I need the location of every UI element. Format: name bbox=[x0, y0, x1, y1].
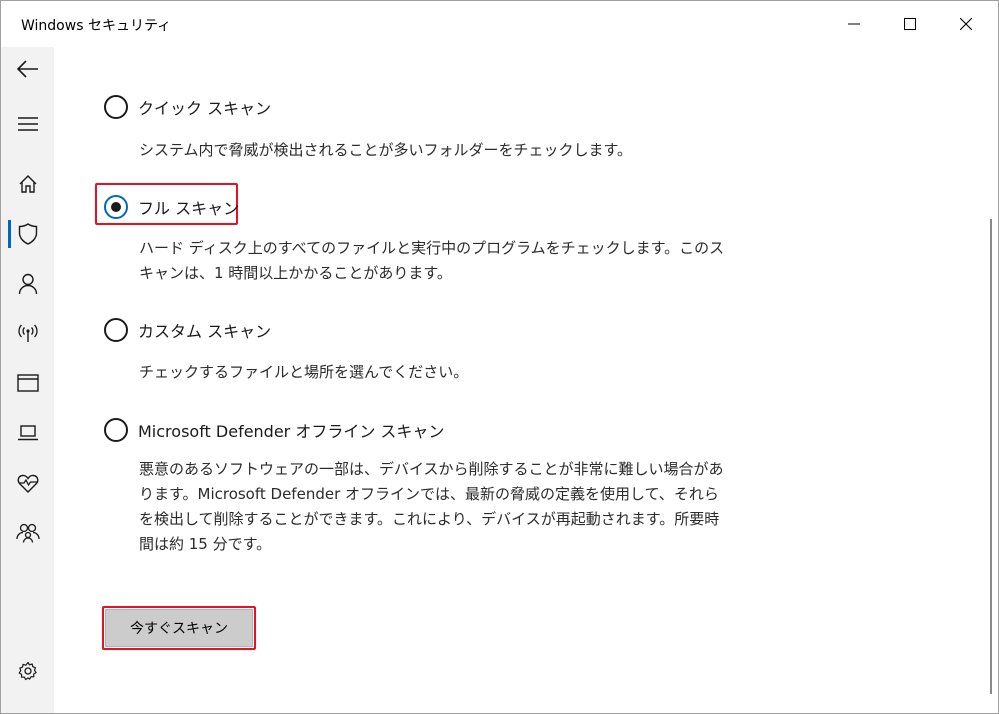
maximize-button[interactable] bbox=[882, 1, 938, 47]
family-icon bbox=[15, 523, 40, 543]
sidebar-item-home[interactable] bbox=[1, 164, 54, 204]
back-arrow-icon bbox=[16, 60, 38, 78]
sidebar-item-device-security[interactable] bbox=[1, 413, 54, 453]
offline-scan-description: 悪意のあるソフトウェアの一部は、デバイスから削除することが非常に難しい場合があり… bbox=[139, 460, 724, 553]
custom-scan-label: カスタム スキャン bbox=[138, 322, 272, 341]
heart-pulse-icon bbox=[17, 474, 38, 493]
sidebar-item-settings[interactable] bbox=[1, 651, 54, 691]
gear-icon bbox=[18, 661, 37, 681]
sidebar bbox=[1, 47, 54, 713]
minimize-button[interactable] bbox=[826, 1, 882, 47]
quick-scan-option[interactable]: クイック スキャン bbox=[104, 95, 271, 119]
person-icon bbox=[18, 273, 37, 295]
close-icon bbox=[960, 18, 972, 30]
app-window: Windows セキュリティ クイック スキャン システム内で脅威が検出されるこ… bbox=[0, 0, 999, 714]
menu-button[interactable] bbox=[1, 104, 54, 144]
close-button[interactable] bbox=[938, 1, 994, 47]
shield-icon bbox=[18, 223, 37, 245]
scan-now-button[interactable]: 今すぐスキャン bbox=[105, 609, 253, 647]
full-scan-description: ハード ディスク上のすべてのファイルと実行中のプログラムをチェックします。このス… bbox=[139, 239, 725, 282]
vertical-scrollbar[interactable] bbox=[990, 219, 992, 694]
offline-scan-label: Microsoft Defender オフライン スキャン bbox=[138, 422, 445, 441]
custom-scan-description: チェックするファイルと場所を選んでください。 bbox=[139, 363, 469, 381]
browser-window-icon bbox=[16, 374, 39, 392]
quick-scan-radio[interactable] bbox=[104, 95, 128, 119]
title-bar: Windows セキュリティ bbox=[1, 1, 998, 47]
minimize-icon bbox=[848, 23, 860, 25]
back-button[interactable] bbox=[1, 49, 54, 89]
custom-scan-radio[interactable] bbox=[104, 318, 128, 342]
sidebar-item-virus-protection[interactable] bbox=[1, 214, 54, 254]
home-icon bbox=[19, 175, 36, 193]
sidebar-item-device-performance[interactable] bbox=[1, 463, 54, 503]
maximize-icon bbox=[904, 18, 916, 30]
antenna-icon bbox=[17, 324, 38, 342]
quick-scan-label: クイック スキャン bbox=[138, 99, 272, 118]
window-title: Windows セキュリティ bbox=[21, 18, 172, 34]
sidebar-item-account-protection[interactable] bbox=[1, 264, 54, 304]
full-scan-label: フル スキャン bbox=[138, 199, 240, 218]
quick-scan-description: システム内で脅威が検出されることが多いフォルダーをチェックします。 bbox=[139, 141, 633, 159]
laptop-icon bbox=[17, 425, 38, 441]
sidebar-item-family-options[interactable] bbox=[1, 513, 54, 553]
offline-scan-option[interactable]: Microsoft Defender オフライン スキャン bbox=[104, 418, 444, 442]
full-scan-radio[interactable] bbox=[104, 195, 128, 219]
hamburger-icon bbox=[17, 117, 38, 131]
sidebar-item-firewall[interactable] bbox=[1, 313, 54, 353]
full-scan-option[interactable]: フル スキャン bbox=[104, 195, 239, 219]
offline-scan-radio[interactable] bbox=[104, 418, 128, 442]
scan-options-panel: クイック スキャン システム内で脅威が検出されることが多いフォルダーをチェックし… bbox=[54, 47, 984, 713]
custom-scan-option[interactable]: カスタム スキャン bbox=[104, 318, 271, 342]
sidebar-item-app-browser-control[interactable] bbox=[1, 363, 54, 403]
